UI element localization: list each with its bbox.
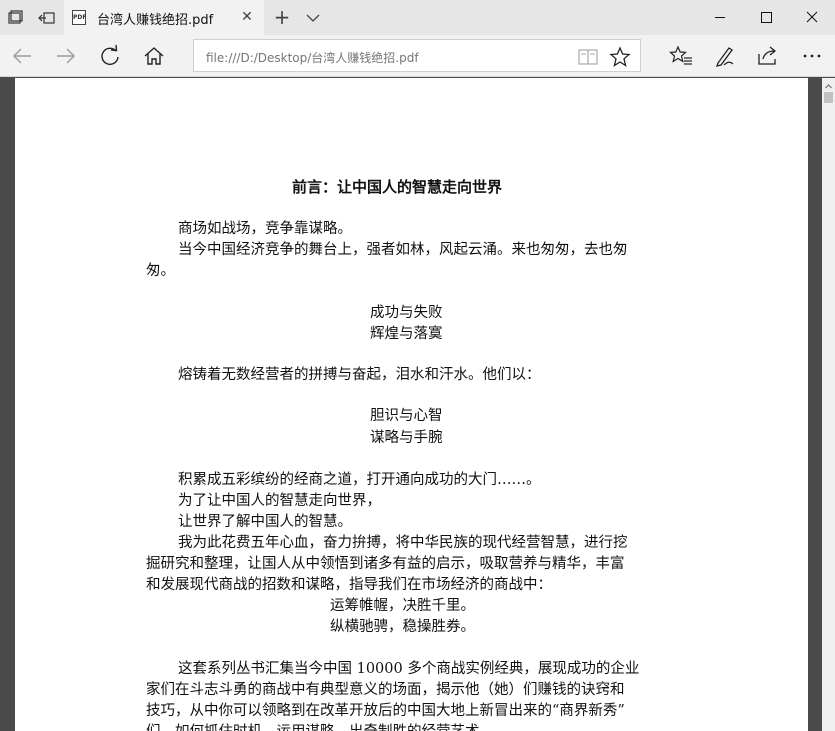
text-line: 我为此花费五年心血，奋力拚搏，将中华民族的现代经营智慧，进行挖 bbox=[178, 535, 628, 551]
text-line: 为了让中国人的智慧走向世界， bbox=[178, 493, 381, 509]
scroll-up-arrow-icon[interactable] bbox=[822, 78, 835, 91]
text-line: 胆识与心智 bbox=[370, 408, 443, 424]
tab-active[interactable]: PDF 台湾人赚钱绝招.pdf ✕ bbox=[64, 0, 264, 35]
text-line: 熔铸着无数经营者的拼搏与奋起，泪水和汗水。他们以： bbox=[178, 367, 541, 383]
text-line: 匆。 bbox=[146, 263, 175, 279]
viewer-background-left bbox=[0, 78, 15, 731]
text-line: 商场如战场，竞争靠谋略。 bbox=[178, 221, 352, 237]
text-line: 谋略与手腕 bbox=[370, 430, 443, 446]
text-line: 积累成五彩缤纷的经商之道，打开通向成功的大门……。 bbox=[178, 472, 541, 488]
pdf-page: 前言：让中国人的智慧走向世界 商场如战场，竞争靠谋略。 当今中国经济竞争的舞台上… bbox=[15, 78, 808, 731]
tab-title: 台湾人赚钱绝招.pdf bbox=[97, 13, 214, 28]
add-notes-pen-icon[interactable] bbox=[709, 40, 741, 72]
close-window-button[interactable] bbox=[789, 0, 835, 35]
more-options-icon[interactable] bbox=[796, 40, 828, 72]
tab-actions-icon[interactable] bbox=[4, 7, 26, 29]
text-line: 技巧，从中你可以领略到在改革开放后的中国大地上新冒出来的“商界新秀” bbox=[146, 703, 625, 719]
reading-view-icon[interactable] bbox=[576, 45, 600, 69]
text-line: 运筹帷幄，决胜千里。 bbox=[330, 598, 475, 614]
set-tabs-aside-icon[interactable] bbox=[36, 7, 58, 29]
new-tab-button[interactable]: + bbox=[270, 6, 294, 30]
refresh-button[interactable] bbox=[94, 40, 126, 72]
text-line: 当今中国经济竞争的舞台上，强者如林，风起云涌。来也匆匆，去也匆 bbox=[178, 242, 628, 258]
address-text[interactable]: file:///D:/Desktop/台湾人赚钱绝招.pdf bbox=[206, 49, 419, 66]
favorites-hub-icon[interactable] bbox=[665, 40, 697, 72]
text-line: 纵横驰骋，稳操胜券。 bbox=[330, 619, 475, 635]
home-button[interactable] bbox=[138, 40, 170, 72]
text-line: 们，如何抓住时机，运用谋略，出奇制胜的经营艺术。 bbox=[146, 722, 494, 731]
forward-button[interactable] bbox=[50, 40, 82, 72]
minimize-button[interactable] bbox=[697, 0, 743, 35]
viewer-background-right bbox=[808, 78, 822, 731]
text-line: 让世界了解中国人的智慧。 bbox=[178, 514, 352, 530]
pdf-icon: PDF bbox=[72, 10, 86, 25]
chevron-down-icon[interactable] bbox=[302, 6, 324, 30]
vertical-scrollbar[interactable] bbox=[822, 78, 835, 731]
address-bar[interactable]: file:///D:/Desktop/台湾人赚钱绝招.pdf bbox=[193, 39, 641, 72]
text-line: 和发展现代商战的招数和谋略，指导我们在市场经济的商战中： bbox=[146, 577, 552, 593]
share-icon[interactable] bbox=[752, 40, 784, 72]
text-line: 家们在斗志斗勇的商战中有典型意义的场面，揭示他（她）们赚钱的诀窍和 bbox=[146, 682, 625, 698]
text-line: 辉煌与落寞 bbox=[370, 326, 443, 342]
title-bar: PDF 台湾人赚钱绝招.pdf ✕ + bbox=[0, 0, 835, 35]
back-button[interactable] bbox=[6, 40, 38, 72]
favorite-star-icon[interactable] bbox=[608, 45, 632, 69]
scrollbar-thumb[interactable] bbox=[824, 92, 833, 103]
text-line: 成功与失败 bbox=[370, 305, 443, 321]
maximize-button[interactable] bbox=[743, 0, 789, 35]
tab-close-icon[interactable]: ✕ bbox=[238, 8, 256, 26]
document-heading: 前言：让中国人的智慧走向世界 bbox=[292, 178, 503, 196]
navigation-bar: file:///D:/Desktop/台湾人赚钱绝招.pdf bbox=[0, 35, 835, 77]
text-line: 这套系列丛书汇集当今中国 10000 多个商战实例经典，展现成功的企业 bbox=[178, 661, 640, 677]
text-line: 掘研究和整理，让国人从中领悟到诸多有益的启示，吸取营养与精华，丰富 bbox=[146, 556, 625, 572]
